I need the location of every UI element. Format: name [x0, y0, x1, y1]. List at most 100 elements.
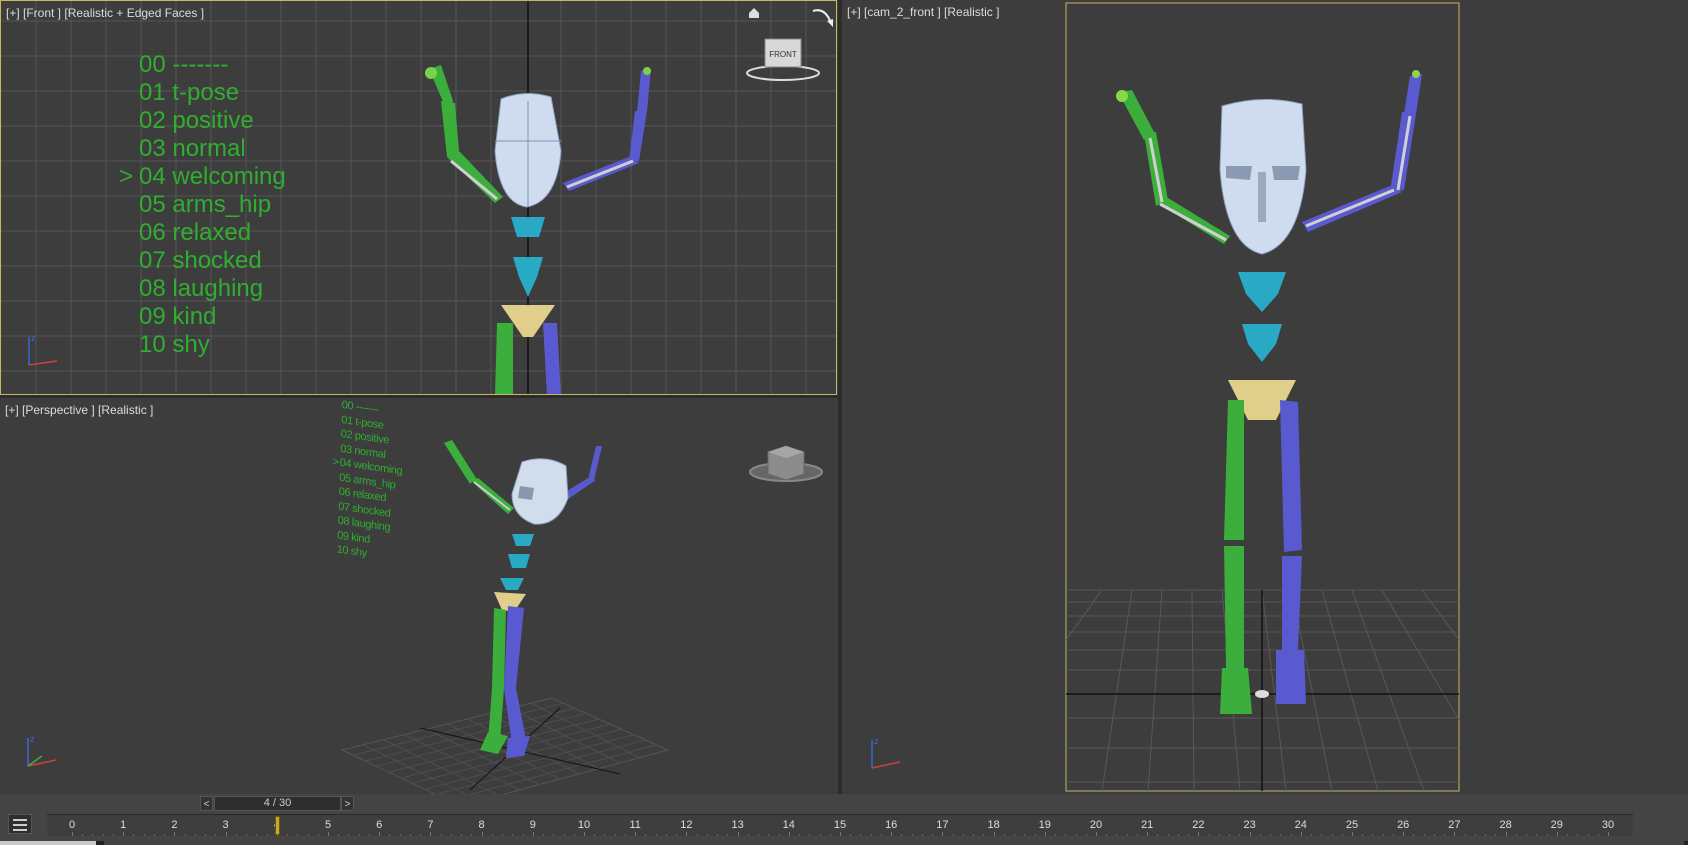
timeline-minor-tick	[368, 834, 370, 836]
timeline-minor-tick	[164, 834, 166, 836]
orbit-arrow-icon[interactable]	[809, 5, 835, 29]
timeline-tick-label: 11	[629, 819, 641, 831]
timeline-minor-tick	[1075, 834, 1077, 836]
axis-tripod-icon: z	[28, 333, 58, 366]
timeline-tick	[635, 832, 637, 836]
timeline-minor-tick	[829, 834, 831, 836]
timeline-track[interactable]: 0123456789101112131415161718192021222324…	[47, 814, 1633, 836]
viewport-camera[interactable]: [+] [cam_2_front ] [Realistic ] z	[842, 0, 1688, 794]
timeline-minor-tick	[512, 834, 514, 836]
timeline-minor-tick	[399, 834, 401, 836]
viewport-front[interactable]: [+] [Front ] [Realistic + Edged Faces ] …	[0, 0, 837, 395]
timeline-minor-tick	[1495, 834, 1497, 836]
timeline-tick	[72, 832, 73, 836]
timeline-tick-label: 19	[1038, 819, 1051, 831]
timeline-minor-tick	[1331, 834, 1333, 836]
timeline-tick	[1198, 832, 1200, 836]
timeline-minor-tick	[573, 834, 575, 836]
timeline-minor-tick	[266, 834, 268, 836]
viewcube-perspective[interactable]	[746, 438, 826, 488]
timeline-tick-label: 2	[171, 819, 178, 831]
timeline-minor-tick	[358, 834, 360, 836]
timeline-tick-label: 28	[1499, 819, 1512, 831]
timeline-minor-tick	[522, 834, 524, 836]
timeline-minor-tick	[1546, 834, 1548, 836]
timeline-tick-label: 8	[478, 819, 485, 831]
timeline-minor-tick	[1311, 834, 1313, 836]
time-slider[interactable]: 4 / 30	[214, 796, 341, 811]
timeline-playhead[interactable]	[274, 816, 280, 835]
timeline-minor-tick	[1034, 834, 1036, 836]
timeline-minor-tick	[471, 834, 473, 836]
timeline-minor-tick	[1065, 834, 1067, 836]
timeline-minor-tick	[1157, 834, 1159, 836]
timeline-minor-tick	[706, 834, 708, 836]
timeline-tick-label: 18	[987, 819, 1000, 831]
timeline-minor-tick	[624, 834, 626, 836]
timeline-minor-tick	[901, 834, 903, 836]
timeline-tick-label: 6	[376, 819, 383, 831]
viewport-perspective[interactable]: [+] [Perspective ] [Realistic ] 00 -----…	[0, 398, 838, 794]
timeline-tick-label: 20	[1089, 819, 1103, 831]
skeleton-camera[interactable]	[842, 0, 1688, 794]
timeline-minor-tick	[1362, 834, 1364, 836]
viewcube-face-label: FRONT	[769, 50, 797, 59]
next-frame-button[interactable]: >	[341, 796, 354, 811]
timeline-minor-tick	[1515, 834, 1517, 836]
timeline-minor-tick	[1177, 834, 1179, 836]
timeline-minor-tick	[983, 834, 985, 836]
timeline-tick	[1454, 832, 1456, 836]
timeline-tick	[686, 832, 688, 836]
viewcube[interactable]: FRONT	[743, 27, 823, 85]
timeline-minor-tick	[870, 834, 872, 836]
skeleton-perspective[interactable]	[0, 398, 838, 794]
timeline-minor-tick	[409, 834, 411, 836]
timeline-config-icon[interactable]	[8, 814, 32, 834]
timeline-tick-label: 25	[1345, 819, 1359, 831]
timeline-minor-tick	[921, 834, 923, 836]
timeline-tick-label: 23	[1243, 819, 1256, 831]
skeleton-front[interactable]	[1, 1, 837, 395]
timeline-minor-tick	[102, 834, 104, 836]
timeline-minor-tick	[440, 834, 442, 836]
timeline-minor-tick	[543, 834, 545, 836]
timeline[interactable]: < 4 / 30 > 01234567891011121314151617181…	[0, 794, 1688, 845]
timeline-tick	[788, 832, 790, 836]
timeline-minor-tick	[604, 834, 606, 836]
frame-control[interactable]: < 4 / 30 >	[200, 796, 354, 812]
timeline-minor-tick	[1126, 834, 1128, 836]
timeline-minor-tick	[1433, 834, 1435, 836]
timeline-minor-tick	[420, 834, 422, 836]
timeline-minor-tick	[676, 834, 678, 836]
timeline-minor-tick	[246, 834, 248, 836]
timeline-tick-label: 30	[1601, 819, 1615, 831]
timeline-minor-tick	[1536, 834, 1538, 836]
timeline-minor-tick	[880, 834, 882, 836]
timeline-tick-label: 17	[936, 819, 949, 831]
prev-frame-button[interactable]: <	[200, 796, 213, 811]
timeline-minor-tick	[1003, 834, 1005, 836]
timeline-tick-label: 22	[1192, 819, 1205, 831]
home-icon[interactable]	[747, 5, 761, 19]
timeline-tick	[430, 832, 432, 836]
timeline-minor-tick	[184, 834, 186, 836]
timeline-tick-label: 14	[782, 819, 795, 831]
svg-text:z: z	[31, 333, 36, 343]
timeline-minor-tick	[461, 834, 463, 836]
timeline-minor-tick	[932, 834, 934, 836]
timeline-tick	[1249, 832, 1251, 836]
timeline-minor-tick	[1372, 834, 1374, 836]
timeline-minor-tick	[389, 834, 391, 836]
timeline-minor-tick	[205, 834, 207, 836]
timeline-minor-tick	[717, 834, 719, 836]
timeline-tick-label: 1	[120, 819, 127, 831]
timeline-tick-label: 10	[577, 819, 591, 831]
timeline-tick-label: 29	[1550, 819, 1563, 831]
timeline-minor-tick	[594, 834, 596, 836]
timeline-minor-tick	[1341, 834, 1343, 836]
timeline-minor-tick	[819, 834, 821, 836]
timeline-minor-tick	[297, 834, 299, 836]
timeline-minor-tick	[645, 834, 647, 836]
viewcube-perspective-shape	[749, 445, 823, 482]
timeline-tick	[891, 832, 893, 836]
